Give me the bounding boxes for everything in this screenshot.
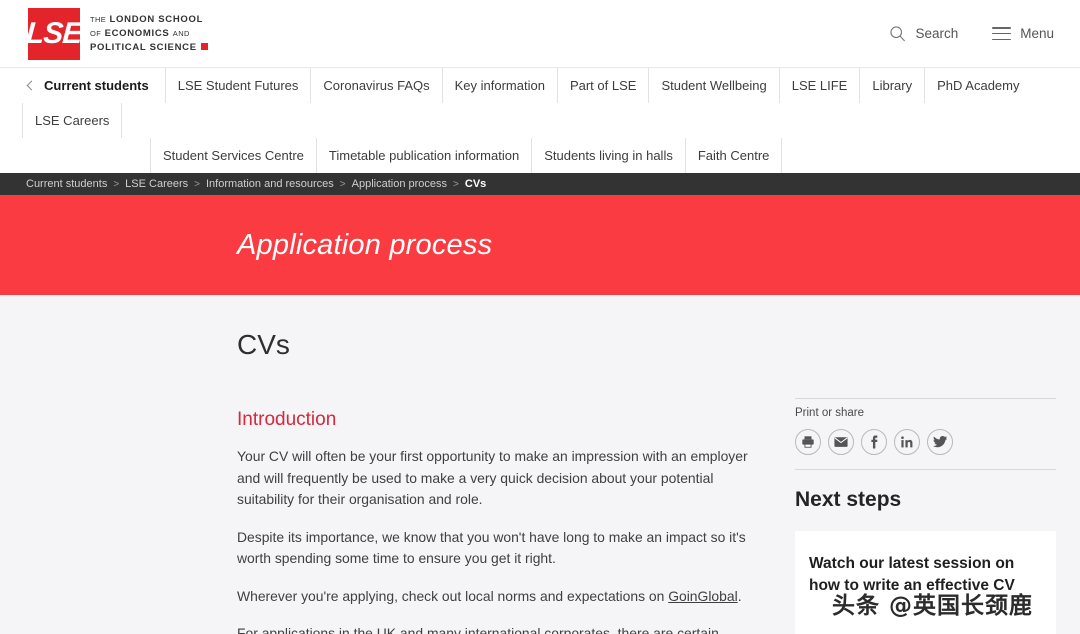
email-icon <box>834 437 848 447</box>
lse-logo-mark-text: LSE <box>25 16 83 50</box>
facebook-icon <box>871 435 878 449</box>
article-body: Introduction Your CV will often be your … <box>237 409 770 634</box>
breadcrumb-item-lse-careers[interactable]: LSE Careers <box>125 178 188 190</box>
menu-button[interactable]: Menu <box>992 26 1054 41</box>
breadcrumb-separator: > <box>113 178 120 190</box>
breadcrumb-separator: > <box>339 178 346 190</box>
nav-item-timetable-publication-information[interactable]: Timetable publication information <box>315 138 531 173</box>
nav-item-lse-student-futures[interactable]: LSE Student Futures <box>164 68 311 103</box>
menu-label: Menu <box>1020 26 1054 41</box>
rail-divider-mid <box>795 469 1056 470</box>
nav-item-lse-careers[interactable]: LSE Careers <box>22 103 123 138</box>
search-icon <box>890 26 906 42</box>
logo-line2-small2: AND <box>172 28 190 38</box>
print-button[interactable] <box>795 429 821 455</box>
twitter-icon <box>933 435 947 448</box>
nav-item-faith-centre[interactable]: Faith Centre <box>684 138 783 173</box>
breadcrumb-separator: > <box>194 178 200 190</box>
breadcrumb-item-current-students[interactable]: Current students <box>26 178 107 190</box>
print-or-share-label: Print or share <box>795 407 865 419</box>
nav-home-label: Current students <box>44 78 149 93</box>
page-banner: Application process <box>0 195 1080 295</box>
breadcrumb-item-information-and-resources[interactable]: Information and resources <box>206 178 334 190</box>
next-steps-heading: Next steps <box>795 488 902 511</box>
nav-item-students-living-in-halls[interactable]: Students living in halls <box>531 138 685 173</box>
paragraph-4: For applications in the UK and many inte… <box>237 625 719 634</box>
page-root: LSE THE LONDON SCHOOL OF ECONOMICS AND P… <box>0 0 1080 634</box>
nav-item-lse-life[interactable]: LSE LIFE <box>778 68 860 103</box>
email-button[interactable] <box>828 429 854 455</box>
logo-line3: POLITICAL SCIENCE <box>90 41 197 53</box>
banner-title: Application process <box>237 228 493 261</box>
paragraph-1: Your CV will often be your first opportu… <box>237 448 748 507</box>
nav-item-coronavirus-faqs[interactable]: Coronavirus FAQs <box>310 68 441 103</box>
lse-logo-text: THE LONDON SCHOOL OF ECONOMICS AND POLIT… <box>90 13 208 55</box>
chevron-left-icon <box>26 80 37 91</box>
rail-divider-top <box>795 398 1056 399</box>
hamburger-icon <box>992 27 1012 40</box>
nav-item-student-services-centre[interactable]: Student Services Centre <box>150 138 316 173</box>
search-button[interactable]: Search <box>889 25 958 42</box>
logo-line1-small: THE <box>90 14 107 24</box>
breadcrumb: Current students > LSE Careers > Informa… <box>0 173 1080 195</box>
print-icon <box>802 436 814 448</box>
paragraph-3: Wherever you're applying, check out loca… <box>237 586 770 608</box>
linkedin-icon <box>901 436 913 448</box>
nav-item-library[interactable]: Library <box>859 68 924 103</box>
right-rail: Print or share Next steps Watch our late… <box>795 295 1056 634</box>
logo-line2-small: OF <box>90 28 102 38</box>
masthead: LSE THE LONDON SCHOOL OF ECONOMICS AND P… <box>0 0 1080 67</box>
share-icon-row <box>795 429 1056 455</box>
nav-item-part-of-lse[interactable]: Part of LSE <box>556 68 648 103</box>
breadcrumb-item-cvs: CVs <box>464 178 487 190</box>
facebook-button[interactable] <box>861 429 887 455</box>
paragraph-3-post: . <box>737 587 742 604</box>
promo-card[interactable]: Watch our latest session on how to write… <box>795 531 1056 634</box>
breadcrumb-item-application-process[interactable]: Application process <box>352 178 447 190</box>
goinglobal-link[interactable]: GoinGlobal <box>668 588 738 604</box>
logo-line2: ECONOMICS <box>104 27 170 39</box>
lse-logo[interactable]: LSE THE LONDON SCHOOL OF ECONOMICS AND P… <box>25 7 208 60</box>
lse-logo-mark: LSE <box>25 7 83 60</box>
paragraph-2: Despite its importance, we know that you… <box>237 528 746 567</box>
paragraph-3-pre: Wherever you're applying, check out loca… <box>237 587 669 604</box>
section-nav: Current students LSE Student Futures Cor… <box>0 67 1080 173</box>
logo-line1: LONDON SCHOOL <box>109 13 204 25</box>
masthead-actions: Search Menu <box>889 0 1054 67</box>
twitter-button[interactable] <box>927 429 953 455</box>
breadcrumb-separator: > <box>453 178 459 190</box>
logo-red-square-icon <box>200 42 208 50</box>
nav-item-key-information[interactable]: Key information <box>441 68 557 103</box>
section-heading-introduction: Introduction <box>237 409 337 430</box>
nav-row2-spacer <box>22 138 150 173</box>
nav-item-phd-academy[interactable]: PhD Academy <box>924 68 1031 103</box>
content-area: CVs Introduction Your CV will often be y… <box>0 295 1080 634</box>
sidebar-item-current-students[interactable]: Current students <box>22 68 165 103</box>
search-label: Search <box>915 26 959 41</box>
linkedin-button[interactable] <box>894 429 920 455</box>
nav-item-student-wellbeing[interactable]: Student Wellbeing <box>648 68 778 103</box>
promo-card-title: Watch our latest session on how to write… <box>809 555 1015 594</box>
